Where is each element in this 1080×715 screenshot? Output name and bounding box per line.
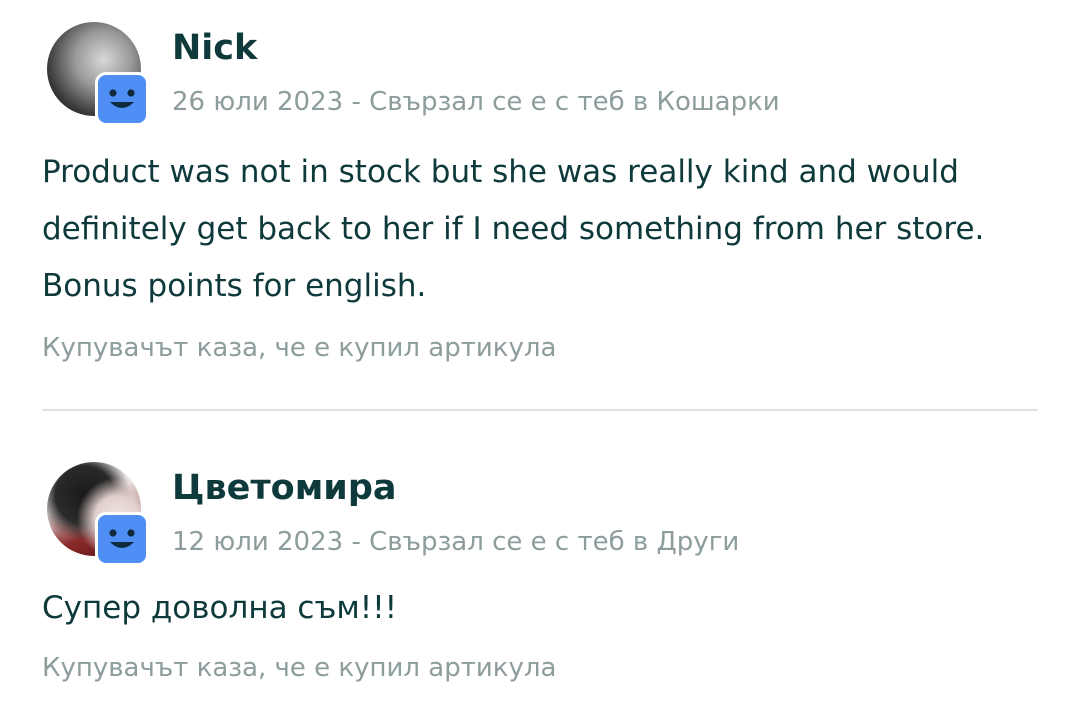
smiley-badge-icon [95, 72, 149, 126]
avatar[interactable] [47, 22, 149, 126]
reviewer-name[interactable]: Nick [172, 26, 257, 70]
avatar[interactable] [47, 462, 149, 566]
smiley-badge-icon [95, 512, 149, 566]
review-meta: 26 юли 2023 - Свързал се е с теб в Кошар… [172, 87, 780, 117]
reviewer-name[interactable]: Цветомира [172, 466, 397, 510]
divider [42, 409, 1038, 411]
review-meta: 12 юли 2023 - Свързал се е с теб в Други [172, 527, 740, 557]
review-text: Product was not in stock but she was rea… [42, 154, 985, 304]
purchase-note: Купувачът каза, че е купил артикула [42, 653, 557, 683]
review-text: Супер доволна съм!!! [42, 590, 398, 626]
purchase-note: Купувачът каза, че е купил артикула [42, 333, 557, 363]
